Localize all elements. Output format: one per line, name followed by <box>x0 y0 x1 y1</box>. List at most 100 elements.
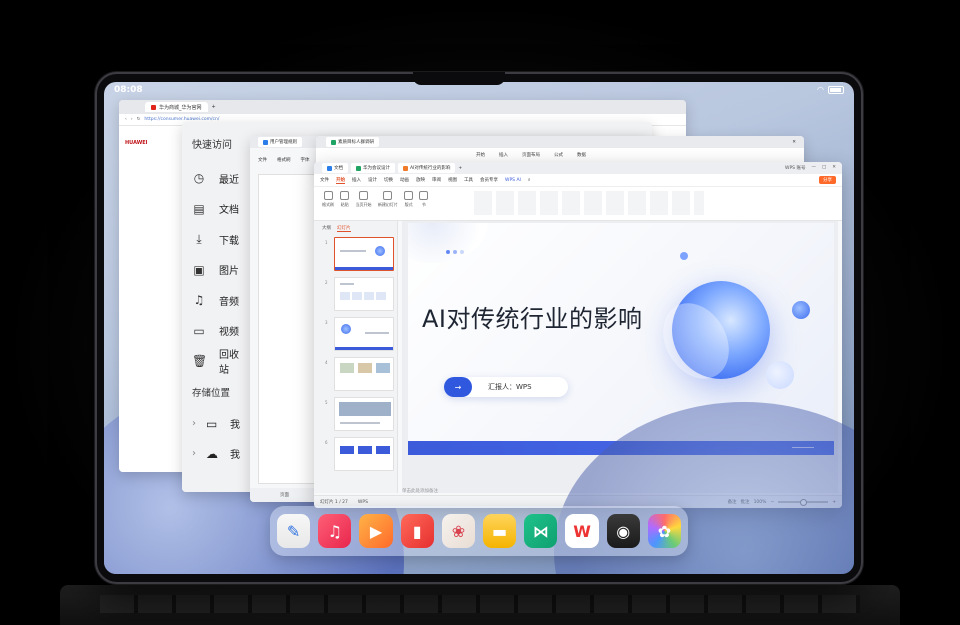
tab-meeting[interactable]: 华为会议设计 <box>351 163 395 173</box>
code-app-icon[interactable]: ⋈ <box>524 514 558 548</box>
menu-home[interactable]: 开始 <box>336 177 345 184</box>
wps-app-icon[interactable]: W <box>565 514 599 548</box>
slide-thumbnail[interactable]: 5 <box>325 397 394 431</box>
slide-thumbnail[interactable]: 2 <box>325 277 394 311</box>
new-tab-icon[interactable]: + <box>458 166 462 171</box>
window-controls: WPS 账号 — □ ✕ <box>785 165 836 171</box>
menu-item[interactable]: 公式 <box>554 152 563 158</box>
file-menu[interactable]: 文件 <box>258 157 267 163</box>
music-app-icon[interactable]: ♫ <box>318 514 352 548</box>
tab-label: AI对传统行业的影响 <box>410 166 451 171</box>
tab-active-presentation[interactable]: AI对传统行业的影响 <box>398 163 456 173</box>
tab-documents[interactable]: 文档 <box>322 163 348 173</box>
share-button[interactable]: 分享 <box>819 176 836 184</box>
menu-slideshow[interactable]: 放映 <box>416 177 425 183</box>
thumb-tabs: 大纲 幻灯片 <box>314 221 397 236</box>
menu-review[interactable]: 审阅 <box>432 177 441 183</box>
format-painter-button[interactable]: 格式刷 <box>322 191 334 208</box>
reload-icon[interactable]: ↻ <box>137 117 141 122</box>
notes-button[interactable]: 备注 <box>728 499 737 505</box>
files-app-icon[interactable]: ▬ <box>483 514 517 548</box>
storage-item-device[interactable]: › ▭ 我 <box>192 409 246 439</box>
minimize-icon[interactable]: — <box>811 165 816 171</box>
account-label[interactable]: WPS 账号 <box>785 165 805 171</box>
sidebar-item-label: 最近 <box>219 174 239 186</box>
browser-tab[interactable]: 华为商城_华为官网 <box>145 102 208 112</box>
notes-app-icon[interactable]: ✎ <box>277 514 311 548</box>
slide-thumbnails-pane: 大纲 幻灯片 1 2 3 4 5 6 + <box>314 221 398 493</box>
sidebar-item-video[interactable]: ▭ 视频 <box>192 316 246 347</box>
decor-bubble <box>792 301 810 319</box>
layout-button[interactable]: 版式 <box>404 191 414 208</box>
sidebar-item-trash[interactable]: 🗑 回收站 <box>192 346 246 377</box>
files-sidebar: 快速访问 ◷ 最近 ▤ 文档 ⤓ 下载 ▣ 图片 ♫ 音频 ▭ 视频 🗑 回收站 存储位置 ›… <box>182 122 256 492</box>
sidebar-item-images[interactable]: ▣ 图片 <box>192 255 246 286</box>
section-button[interactable]: 节 <box>419 191 429 208</box>
menu-insert[interactable]: 插入 <box>352 177 361 183</box>
wps-doc-icon <box>327 165 332 171</box>
slide-thumbnail[interactable]: 4 <box>325 357 394 391</box>
comments-button[interactable]: 批注 <box>741 499 750 505</box>
zoom-slider[interactable] <box>778 499 829 506</box>
play-from-current-button[interactable]: 当页开始 <box>356 191 372 208</box>
forward-icon[interactable]: › <box>131 117 133 122</box>
font-format-controls[interactable] <box>474 191 704 215</box>
lotus-app-icon[interactable]: ❀ <box>441 514 476 548</box>
wps-ai-button[interactable]: WPS AI <box>505 178 521 183</box>
presentation-window[interactable]: 文档 华为会议设计 AI对传统行业的影响 + WPS 账号 — □ ✕ 文件 开… <box>314 162 842 508</box>
sheet-menu: 开始 插入 页面布局 公式 数据 <box>316 148 804 162</box>
font-button[interactable]: 字体 <box>301 157 310 163</box>
menu-item[interactable]: 页面布局 <box>522 152 540 158</box>
sidebar-item-recent[interactable]: ◷ 最近 <box>192 163 246 194</box>
menu-item[interactable]: 插入 <box>499 152 508 158</box>
search-icon[interactable]: ⌕ <box>528 177 531 183</box>
menu-tools[interactable]: 工具 <box>464 177 473 183</box>
tab-outline[interactable]: 大纲 <box>322 225 331 232</box>
menu-member[interactable]: 会员专享 <box>480 177 498 183</box>
format-painter-button[interactable]: 格式刷 <box>277 157 291 163</box>
books-app-icon[interactable]: ▮ <box>400 514 434 548</box>
sidebar-item-audio[interactable]: ♫ 音频 <box>192 285 246 316</box>
menu-view[interactable]: 视图 <box>448 177 457 183</box>
zoom-level[interactable]: 100% <box>754 500 767 505</box>
menu-file[interactable]: 文件 <box>320 177 329 183</box>
menu-item[interactable]: 数据 <box>577 152 586 158</box>
notes-placeholder[interactable]: 单击此处添加备注 <box>402 488 438 494</box>
gallery-app-icon[interactable]: ✿ <box>647 514 682 548</box>
sheet-tab[interactable]: 素质目标人群调研 <box>326 137 379 147</box>
tab-label: 文档 <box>334 166 343 171</box>
zoom-out-icon[interactable]: − <box>770 500 774 505</box>
back-icon[interactable]: ‹ <box>125 117 127 122</box>
close-icon[interactable]: ✕ <box>832 165 836 171</box>
video-app-icon[interactable]: ▶ <box>359 514 393 548</box>
sidebar-item-downloads[interactable]: ⤓ 下载 <box>192 224 246 255</box>
slide-title[interactable]: AI对传统行业的影响 <box>422 299 643 334</box>
reporter-pill[interactable]: → 汇报人：WPS <box>444 377 568 397</box>
slide-thumbnail[interactable]: 3 <box>325 317 394 351</box>
menu-animation[interactable]: 动画 <box>400 177 409 183</box>
writer-document[interactable] <box>258 174 316 484</box>
close-icon[interactable]: ✕ <box>792 140 796 145</box>
writer-tab[interactable]: 用户管理规则 <box>258 137 302 147</box>
decor-bubble <box>766 361 794 389</box>
battery-icon <box>828 86 844 94</box>
zoom-in-icon[interactable]: + <box>832 500 836 505</box>
slide-thumbnail[interactable]: 6 <box>325 437 394 471</box>
decor-dots <box>446 250 464 254</box>
paste-button[interactable]: 粘贴 <box>340 191 350 208</box>
slide-canvas[interactable]: AI对传统行业的影响 → 汇报人：WPS <box>402 221 838 493</box>
new-tab-icon[interactable]: + <box>212 104 216 110</box>
maximize-icon[interactable]: □ <box>822 165 826 171</box>
menu-design[interactable]: 设计 <box>368 177 377 183</box>
new-slide-button[interactable]: 新建幻灯片 <box>378 191 398 208</box>
slide[interactable]: AI对传统行业的影响 → 汇报人：WPS <box>408 223 834 455</box>
chevron-right-icon[interactable]: › <box>192 448 206 459</box>
chevron-right-icon[interactable]: › <box>192 418 206 429</box>
sidebar-item-documents[interactable]: ▤ 文档 <box>192 194 246 225</box>
camera-app-icon[interactable]: ◉ <box>606 514 640 548</box>
menu-item[interactable]: 开始 <box>476 152 485 158</box>
slide-thumbnail[interactable]: 1 <box>325 237 394 271</box>
tab-slides[interactable]: 幻灯片 <box>337 225 351 232</box>
storage-item-cloud[interactable]: › ☁ 我 <box>192 439 246 469</box>
menu-transition[interactable]: 切换 <box>384 177 393 183</box>
